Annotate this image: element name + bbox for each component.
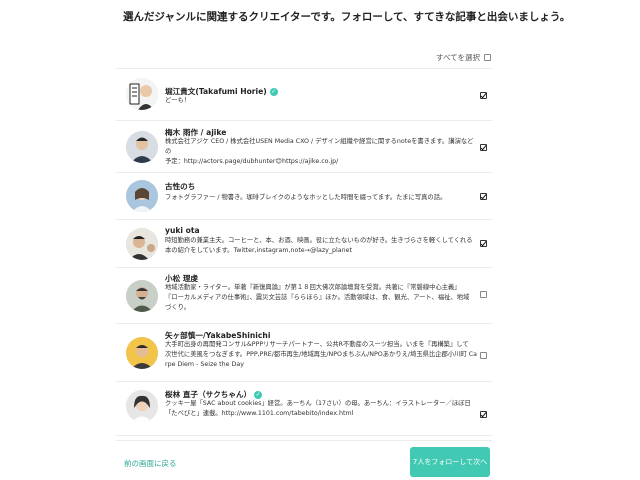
bio-line: 『ローカルメディアの仕事術』、震災文芸誌『ららほら』ほか。活動領域は、食、観光、… (165, 294, 470, 301)
follow-checkbox[interactable] (480, 240, 487, 247)
bio-line: づくり。 (165, 304, 191, 311)
avatar (126, 131, 158, 163)
avatar (126, 390, 158, 422)
creator-item[interactable]: 堀江貴文(Takafumi Horie) ✓ どーも！ (116, 69, 492, 121)
verified-badge-icon: ✓ (269, 87, 278, 96)
follow-checkbox[interactable] (480, 193, 487, 200)
avatar (126, 78, 158, 110)
select-all[interactable]: すべてを選択 (436, 52, 491, 63)
avatar (126, 280, 158, 312)
creator-item[interactable]: 矢ヶ部慎一/YakabeShinichi 大手町出身の再開発コンサル&PPPリサ… (116, 324, 492, 382)
bio-line: 本の紹介をしています。Twitter,instagram,note→@lazy_… (165, 247, 352, 254)
creator-name[interactable]: yuki ota (165, 226, 200, 235)
avatar (126, 228, 158, 260)
creator-bio: フォトグラファー / 物書き。珈琲ブレイクのようなホッとした時間を綴ってます。た… (165, 193, 477, 203)
follow-checkbox[interactable] (480, 291, 487, 298)
bio-line: 「たべびと」連載。http://www.1101.com/tabebito/in… (165, 410, 354, 417)
creator-bio: 株式会社アジケ CEO / 株式会社USEN Media CXO / デザイン組… (165, 137, 477, 167)
follow-and-next-button[interactable]: 7人をフォローして次へ (410, 447, 490, 477)
creator-name-text[interactable]: 古性のち (165, 181, 195, 192)
follow-checkbox[interactable] (480, 144, 487, 151)
creator-item[interactable]: yuki ota 時短勤務の兼業主夫。コーヒーと、本、お酒、映画。役に立たないも… (116, 220, 492, 268)
bio-line: 株式会社アジケ CEO / 株式会社USEN Media CXO / デザイン組… (165, 138, 474, 155)
creator-item[interactable]: 小松 理虔 地域活動家・ライター。単著『新復興論』が第１８回大佛次郎論壇賞を受賞… (116, 268, 492, 324)
select-all-checkbox[interactable] (484, 54, 491, 61)
creator-item[interactable]: 梅木 雨作 / ajike 株式会社アジケ CEO / 株式会社USEN Med… (116, 121, 492, 173)
select-all-label: すべてを選択 (435, 53, 480, 62)
creator-item[interactable]: 桜林 直子（サクちゃん） ✓ クッキー屋「SAC about cookies」経… (116, 382, 492, 436)
creator-list[interactable]: 堀江貴文(Takafumi Horie) ✓ どーも！ 梅木 雨作 / ajik… (116, 68, 492, 440)
avatar (126, 337, 158, 369)
creator-item[interactable]: 古性のち フォトグラファー / 物書き。珈琲ブレイクのようなホッとした時間を綴っ… (116, 173, 492, 220)
creator-name-text[interactable]: yuki ota (165, 226, 200, 235)
bio-line: 地域活動家・ライター。単著『新復興論』が第１８回大佛次郎論壇賞を受賞。共著に『常… (165, 284, 461, 291)
creator-bio: 地域活動家・ライター。単著『新復興論』が第１８回大佛次郎論壇賞を受賞。共著に『常… (165, 283, 477, 313)
verified-badge-icon: ✓ (254, 390, 263, 399)
bio-line: 予定：http://actors.page/dubhunter😊https://… (165, 158, 339, 165)
follow-checkbox[interactable] (480, 411, 487, 418)
bio-line: 時短勤務の兼業主夫。コーヒーと、本、お酒、映画。役に立たないものが好き。生きづら… (165, 237, 473, 244)
bio-line: フォトグラファー / 物書き。珈琲ブレイクのようなホッとした時間を綴ってます。た… (165, 194, 447, 201)
footer-divider (116, 440, 492, 441)
avatar (126, 180, 158, 212)
creator-bio: どーも！ (165, 96, 477, 106)
creator-bio: 大手町出身の再開発コンサル&PPPリサーチパートナー、公共R不動産のスーツ担当。… (165, 340, 477, 370)
page-heading: 選んだジャンルに関連するクリエイターです。フォローして、すてきな記事と出会いまし… (123, 11, 571, 23)
bio-line: 次世代に美風をつなぎます。PPP,PRE/都市再生/地域再生/NPOまちぶん/N… (165, 351, 477, 358)
back-link[interactable]: 前の画面に戻る (124, 458, 177, 469)
bio-line: rpe Diem - Seize the Day (165, 361, 244, 368)
creator-bio: 時短勤務の兼業主夫。コーヒーと、本、お酒、映画。役に立たないものが好き。生きづら… (165, 236, 477, 256)
bio-line: クッキー屋「SAC about cookies」経営。あーちん（17さい）の母。… (165, 400, 471, 407)
follow-checkbox[interactable] (480, 92, 487, 99)
creator-name[interactable]: 古性のち (165, 181, 195, 192)
follow-checkbox[interactable] (480, 352, 487, 359)
bio-line: どーも！ (165, 97, 191, 104)
bio-line: 大手町出身の再開発コンサル&PPPリサーチパートナー、公共R不動産のスーツ担当。… (165, 341, 469, 348)
creator-bio: クッキー屋「SAC about cookies」経営。あーちん（17さい）の母。… (165, 399, 477, 419)
